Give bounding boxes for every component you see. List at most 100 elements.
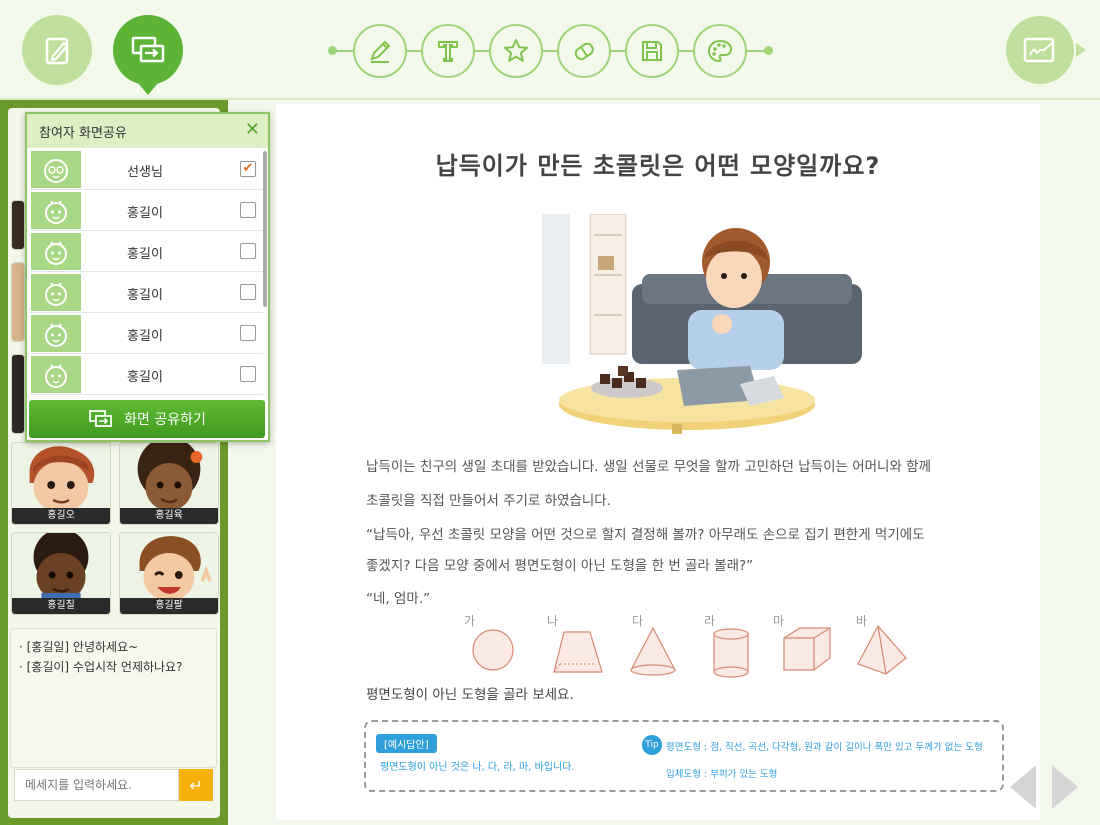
popup-title: 참여자 화면공유 (39, 126, 127, 141)
tip-badge: Tip (642, 735, 662, 755)
participant-screen-share-popup: 참여자 화면공유 ✕ 선생님 ✔ 홍길이 홍길이 홍길이 홍길이 홍길이 화면 … (25, 112, 270, 442)
eraser-tool-button[interactable] (557, 24, 611, 78)
student-card[interactable]: 홍길팔 (119, 532, 219, 615)
example-answer-text: 평면도형이 아닌 것은 나, 다, 라, 마, 바입니다. (380, 762, 575, 773)
story-paragraph: 납득이는 친구의 생일 초대를 받았습니다. 생일 선물로 무엇을 할까 고민하… (366, 459, 932, 475)
student-name: 홍길팔 (120, 598, 218, 614)
save-tool-button[interactable] (625, 24, 679, 78)
tip-text: 평면도형 : 점, 직선, 곡선, 다각형, 원과 같이 길이나 폭만 있고 두… (666, 742, 983, 753)
participant-name: 홍길이 (127, 370, 163, 385)
participant-checkbox[interactable] (240, 202, 256, 218)
participant-row[interactable]: 홍길이 (30, 313, 263, 354)
participant-checkbox[interactable]: ✔ (240, 161, 256, 177)
question-text: 평면도형이 아닌 도형을 골라 보세요. (366, 687, 574, 703)
pyramid-shape (857, 624, 907, 675)
student-avatar-icon (31, 315, 81, 352)
page-title: 납득이가 만든 초콜릿은 어떤 모양일까요? (435, 152, 881, 180)
story-paragraph: 초콜릿을 직접 만들어서 주기로 하였습니다. (366, 493, 612, 509)
tip-text: 입체도형 : 부피가 있는 도형 (666, 769, 778, 780)
student-card-partial (11, 200, 25, 250)
text-tool-button[interactable] (421, 24, 475, 78)
cone-shape (630, 626, 676, 676)
save-icon (642, 41, 662, 61)
cylinder-shape (713, 628, 749, 678)
participant-row[interactable]: 홍길이 (30, 272, 263, 313)
geometric-shapes-figure (472, 624, 907, 678)
chat-message: · [홍길일] 안녕하세요~ (19, 640, 139, 654)
student-name: 홍길칠 (12, 598, 110, 614)
tool-connector-dot (764, 46, 773, 55)
circle-shape (472, 629, 514, 671)
whiteboard-button[interactable] (1006, 16, 1086, 84)
student-avatar (12, 443, 110, 511)
shared-document-page: 납득이가 만든 초콜릿은 어떤 모양일까요? 납득이는 친구의 생일 초대를 받… (276, 104, 1040, 820)
student-avatar-icon (31, 233, 81, 270)
example-answer-badge: [예시답안] (376, 734, 437, 753)
frustum-shape (553, 631, 603, 673)
participant-name: 홍길이 (127, 206, 163, 221)
chat-message-input[interactable] (14, 769, 179, 801)
chat-message: · [홍길이] 수업시작 언제하나요? (19, 660, 183, 674)
participant-name: 홍길이 (127, 288, 163, 303)
student-avatar (120, 533, 218, 601)
participant-row[interactable]: 홍길이 (30, 354, 263, 395)
teacher-avatar-icon (31, 151, 81, 188)
participant-checkbox[interactable] (240, 243, 256, 259)
screen-share-icon (131, 36, 165, 63)
student-avatar-icon (31, 274, 81, 311)
tool-connector-dot (328, 46, 337, 55)
enter-icon: ↵ (189, 775, 203, 795)
chat-message-list: · [홍길일] 안녕하세요~ · [홍길이] 수업시작 언제하나요? (10, 628, 217, 768)
answer-tip-box: [예시답안] 평면도형이 아닌 것은 나, 다, 라, 마, 바입니다. Tip… (364, 720, 1004, 792)
pencil-tool-button[interactable] (353, 24, 407, 78)
screen-share-icon (89, 410, 113, 427)
participant-checkbox[interactable] (240, 366, 256, 382)
participant-checkbox[interactable] (240, 284, 256, 300)
whiteboard-button-tip (1076, 43, 1086, 57)
active-mode-pointer (138, 83, 158, 95)
participant-name: 홍길이 (127, 247, 163, 262)
signature-board-icon (1023, 37, 1055, 63)
student-avatar (12, 533, 110, 601)
chat-send-button[interactable]: ↵ (179, 769, 213, 801)
student-card[interactable]: 홍길칠 (11, 532, 111, 615)
student-card[interactable]: 홍길오 (11, 442, 111, 525)
participant-list-scrollbar[interactable] (263, 151, 267, 307)
participant-row[interactable]: 홍길이 (30, 190, 263, 231)
star-icon (504, 39, 528, 62)
prev-page-arrow-icon[interactable] (1010, 765, 1036, 809)
participant-name: 홍길이 (127, 329, 163, 344)
student-card-partial (11, 354, 25, 434)
share-screen-button[interactable]: 화면 공유하기 (29, 400, 265, 438)
student-card-partial (11, 262, 25, 342)
participant-list: 선생님 ✔ 홍길이 홍길이 홍길이 홍길이 홍길이 (30, 149, 263, 395)
student-name: 홍길오 (12, 508, 110, 524)
boy-thinking-illustration (512, 214, 862, 434)
top-toolbar (0, 0, 1100, 100)
participant-checkbox[interactable] (240, 325, 256, 341)
story-paragraph: “납득아, 우선 초콜릿 모양을 어떤 것으로 할지 결정해 볼까? 아무래도 … (366, 527, 925, 543)
participant-row[interactable]: 홍길이 (30, 231, 263, 272)
participant-name: 선생님 (127, 165, 163, 180)
close-icon[interactable]: ✕ (245, 120, 260, 140)
text-icon (438, 41, 458, 62)
share-screen-label: 화면 공유하기 (124, 412, 206, 428)
story-paragraph: 좋겠지? 다음 모양 중에서 평면도형이 아닌 도형을 한 번 골라 볼래?” (366, 558, 754, 574)
screen-share-mode-button[interactable] (113, 15, 183, 95)
next-page-arrow-icon[interactable] (1052, 765, 1078, 809)
palette-tool-button[interactable] (693, 24, 747, 78)
edit-mode-button[interactable] (22, 15, 92, 85)
student-name: 홍길육 (120, 508, 218, 524)
edit-document-icon (45, 37, 69, 65)
student-avatar (120, 443, 218, 511)
student-avatar-icon (31, 356, 81, 393)
palette-icon (707, 39, 733, 63)
popup-header: 참여자 화면공유 ✕ (27, 114, 268, 148)
pencil-icon (370, 40, 391, 63)
cube-shape (783, 627, 831, 671)
student-avatar-icon (31, 192, 81, 229)
participant-row[interactable]: 선생님 ✔ (30, 149, 263, 190)
eraser-icon (574, 42, 594, 61)
star-tool-button[interactable] (489, 24, 543, 78)
student-card[interactable]: 홍길육 (119, 442, 219, 525)
